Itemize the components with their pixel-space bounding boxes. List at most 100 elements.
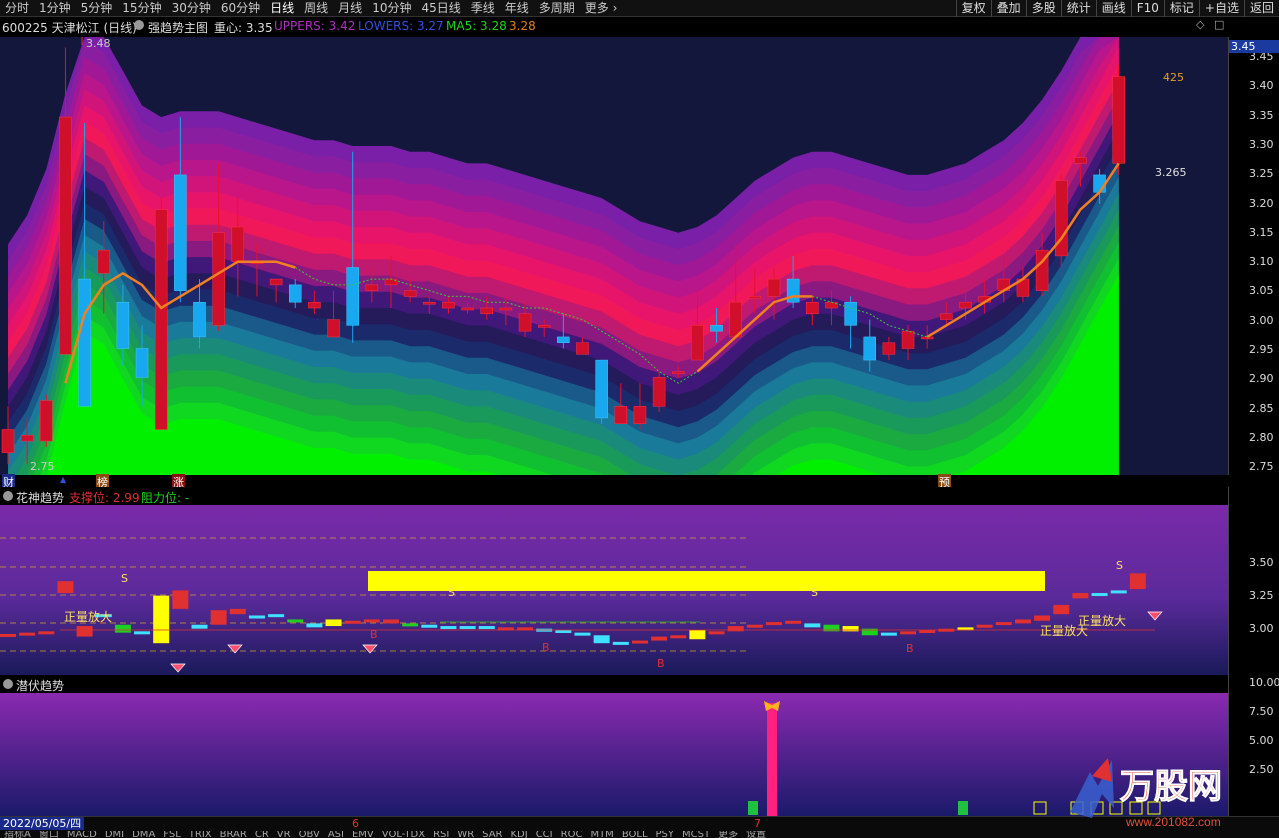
indicator-tab-10[interactable]: OBV [295,831,324,838]
period-tab-0[interactable]: 分时 [0,0,34,17]
indicator1-header: 花神趋势 支撑位: 2.99 阻力位: - [0,487,1279,505]
top-toolbar: 分时 1分钟 5分钟 15分钟 30分钟 60分钟 日线 周线 月线 10分钟 45日线 季线 年线 多周… [0,0,1279,17]
indicator-name[interactable]: 强趋势主图 [148,19,208,36]
indicator1-bar [631,640,648,644]
axis-tick-label: 7.50 [1249,705,1274,718]
tool-button-3[interactable]: 统计 [1060,0,1096,17]
price-axis: 3.45 3.40 3.35 3.30 3.25 3.20 3.15 3.10 3.05 3.00… [1228,37,1279,475]
sell-signal: S [448,586,455,599]
tool-button-8[interactable]: 返回 [1243,0,1279,17]
indicator-tab-11[interactable]: ASI [324,831,348,838]
sell-signal: S [1116,559,1123,572]
indicator-tab-23[interactable]: MCST [678,831,714,838]
tool-button-5[interactable]: F10 [1130,0,1164,17]
indicator2-name[interactable]: 潜伏趋势 [16,677,64,694]
indicator1-bar [210,610,227,625]
indicator-tab-17[interactable]: KDJ [506,831,531,838]
period-tab-11[interactable]: 季线 [466,0,500,17]
indicator1-bar [402,623,419,627]
indicator-tab-13[interactable]: VOL-TDX [378,831,429,838]
indicator-tab-8[interactable]: CR [251,831,273,838]
watermark-url: www.201082.com [1125,815,1221,829]
period-tab-14[interactable]: 更多 › [580,0,623,17]
indicator-tab-24[interactable]: 更多 [714,831,742,838]
indicator1-bar [1014,619,1031,624]
period-tabs: 分时 1分钟 5分钟 15分钟 30分钟 60分钟 日线 周线 月线 10分钟 45日线 季线 年线 多周… [0,0,622,17]
volume-expand-label: 正量放大 [1078,613,1126,628]
month-marker-6: 6 [352,817,359,830]
axis-tick-label: 3.00 [1249,313,1274,327]
indicator1-bar [785,620,802,624]
tool-button-1[interactable]: 叠加 [990,0,1026,17]
square-icon[interactable]: □ [1214,18,1224,31]
period-tab-4[interactable]: 30分钟 [167,0,216,17]
axis-tick-label: 2.95 [1249,343,1274,356]
indicator-tab-7[interactable]: BRAR [216,831,251,838]
period-tab-6[interactable]: 日线 [265,0,299,17]
extra-value: 3.28 [509,19,536,33]
indicator-tab-5[interactable]: FSL [159,831,185,838]
ma-value-label: 3.265 [1155,166,1187,179]
indicator-tab-0[interactable]: 指标A [0,831,35,838]
period-tab-1[interactable]: 1分钟 [34,0,76,17]
indicator-tab-19[interactable]: ROC [557,831,587,838]
period-tab-13[interactable]: 多周期 [534,0,580,17]
indicator2-chart[interactable] [0,693,1228,816]
indicator-tab-6[interactable]: TRIX [185,831,216,838]
period-tab-3[interactable]: 15分钟 [117,0,166,17]
indicator-tab-15[interactable]: WR [453,831,478,838]
indicator-tab-1[interactable]: 窗口 [35,831,63,838]
indicator1-bar [804,623,821,628]
sell-signal: S [811,586,818,599]
indicator-tab-25[interactable]: 设置 [742,831,770,838]
price-chart[interactable]: 3.48 2.75 425 3.265 [0,37,1228,475]
period-tab-9[interactable]: 10分钟 [367,0,416,17]
indicator1-bar [670,635,687,639]
indicator-tab-2[interactable]: MACD [63,831,101,838]
period-tab-2[interactable]: 5分钟 [76,0,118,17]
indicator1-name[interactable]: 花神趋势 [16,489,64,506]
indicator-tab-21[interactable]: BOLL [618,831,652,838]
axis-tick-label: 5.00 [1249,734,1274,747]
period-tab-5[interactable]: 60分钟 [216,0,265,17]
indicator1-bar [689,630,706,640]
period-tab-8[interactable]: 月线 [333,0,367,17]
diamond-icon[interactable]: ◇ [1196,18,1204,31]
axis-tick-label: 3.20 [1249,196,1274,210]
indicator1-bar [919,630,936,633]
center-value: 重心: 3.35 [214,21,273,35]
indicator1-bar [248,615,265,619]
indicator-tabs: 指标A 窗口 MACD DMI DMA FSL TRIX BRAR CR VR OBV ASI EMV V… [0,831,770,838]
indicator1-chart[interactable]: 正量放大正量放大正量放大SSS SBBBB [0,505,1228,675]
indicator-tab-20[interactable]: MTM [586,831,617,838]
support-value: 支撑位: 2.99 [69,491,140,505]
period-tab-12[interactable]: 年线 [500,0,534,17]
sell-signal: S [121,572,128,585]
tool-button-0[interactable]: 复权 [955,0,991,17]
stock-title: 600225 天津松江 (日线) [2,21,137,35]
tool-button-6[interactable]: 标记 [1163,0,1199,17]
period-tab-10[interactable]: 45日线 [416,0,465,17]
indicator1-bar [478,626,495,630]
indicator1-bar [0,633,16,637]
indicator-tab-12[interactable]: EMV [348,831,378,838]
indicator-tab-3[interactable]: DMI [101,831,128,838]
tool-button-4[interactable]: 画线 [1095,0,1131,17]
indicator-tab-9[interactable]: VR [273,831,295,838]
indicator-tab-4[interactable]: DMA [128,831,159,838]
indicator-tab-14[interactable]: RSI [429,831,453,838]
indicator-tab-18[interactable]: CCI [532,831,557,838]
axis-tick-label: 2.75 [1249,460,1274,474]
tool-button-7[interactable]: +自选 [1198,0,1244,17]
buy-signal: B [542,641,550,654]
axis-tick-label: 3.35 [1249,108,1274,122]
uppers-value: UPPERS: 3.42 [274,19,356,33]
indicator-tab-16[interactable]: SAR [478,831,506,838]
indicator1-bar [383,619,399,624]
right-toolbar: 复权 叠加 多股 统计 画线 F10 标记 +自选 返回 [955,0,1279,17]
latent-signal-bar [767,703,777,816]
indicator-tab-22[interactable]: PSY [652,831,679,838]
indicator1-bar [19,632,36,636]
period-tab-7[interactable]: 周线 [299,0,333,17]
tool-button-2[interactable]: 多股 [1025,0,1061,17]
